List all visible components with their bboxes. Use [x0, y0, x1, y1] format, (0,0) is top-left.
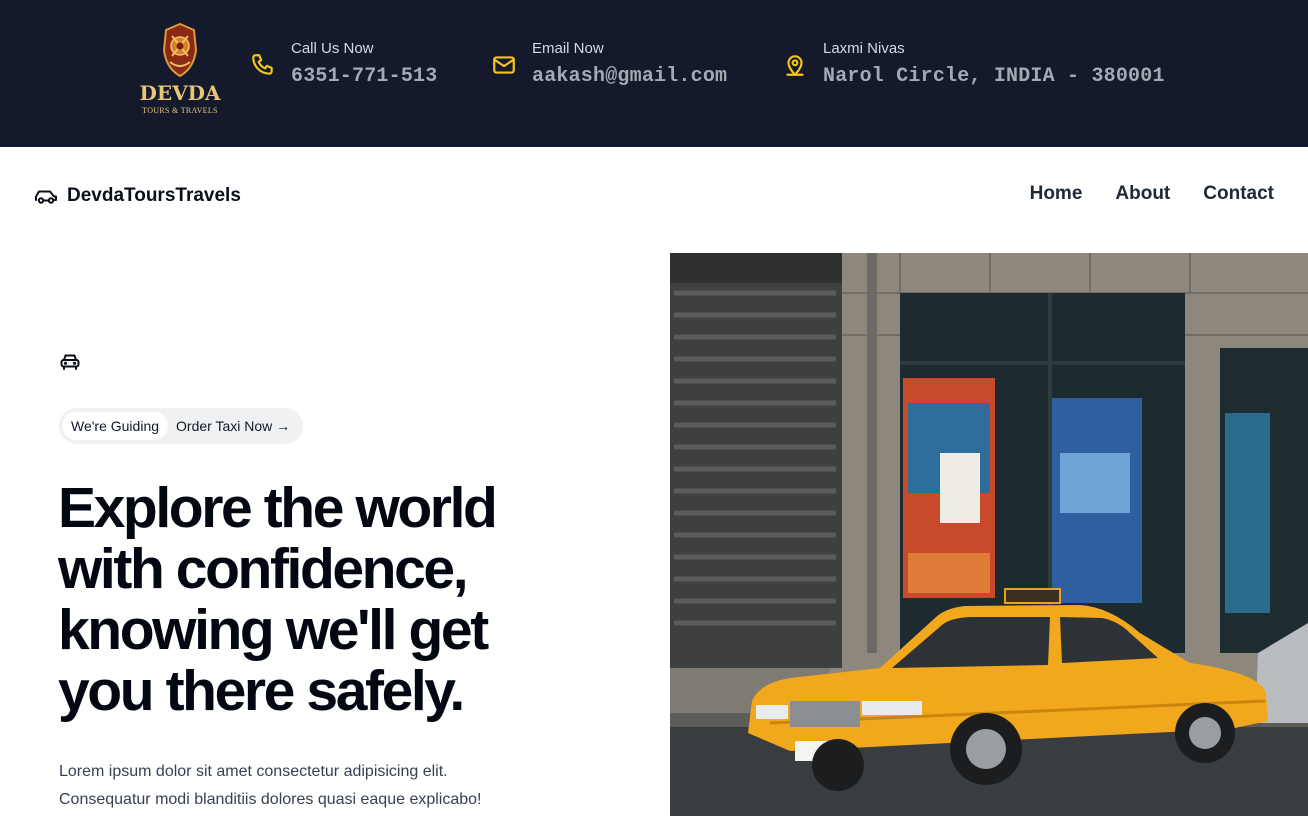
hero-headline: Explore the world with confidence, knowi… [58, 478, 618, 722]
top-info-bar: DEVDA TOURS & TRAVELS Call Us Now 6351-7… [0, 0, 1308, 147]
nav-link-home[interactable]: Home [1030, 183, 1083, 205]
order-taxi-link[interactable]: Order Taxi Now → [168, 418, 300, 434]
email-address[interactable]: aakash@gmail.com [532, 65, 727, 88]
phone-icon [252, 54, 273, 75]
logo-name: DEVDA [139, 81, 221, 105]
badge-label: We're Guiding [62, 412, 169, 440]
hero-badge[interactable]: We're Guiding Order Taxi Now → [59, 408, 304, 444]
car-icon [35, 190, 57, 204]
phone-number[interactable]: 6351-771-513 [291, 65, 437, 88]
address-value: Narol Circle, INDIA - 380001 [823, 65, 1165, 88]
hero-paragraph: Lorem ipsum dolor sit amet consectetur a… [59, 758, 619, 814]
main-nav: Home About Contact [1030, 183, 1274, 205]
headline-line: with confidence, [58, 537, 469, 601]
crest-logo-icon [162, 22, 198, 78]
brand-name: DevdaToursTravels [67, 185, 241, 206]
nav-link-contact[interactable]: Contact [1203, 183, 1274, 205]
headline-line: you there safely. [58, 659, 465, 723]
taxi-icon [60, 354, 80, 370]
paragraph-line: Lorem ipsum dolor sit amet consectetur a… [59, 763, 448, 780]
phone-label: Call Us Now [291, 40, 374, 57]
headline-line: knowing we'll get [58, 598, 489, 662]
company-logo[interactable]: DEVDA TOURS & TRAVELS [136, 22, 224, 126]
taxi-photo-illustration [670, 253, 1308, 816]
address-label: Laxmi Nivas [823, 40, 905, 57]
email-label: Email Now [532, 40, 604, 57]
headline-line: Explore the world [58, 476, 498, 540]
map-pin-icon [786, 55, 804, 76]
mail-icon [493, 56, 515, 74]
paragraph-line: Consequatur modi blanditiis dolores quas… [59, 791, 482, 808]
logo-subtitle: TOURS & TRAVELS [142, 106, 218, 115]
nav-link-about[interactable]: About [1115, 183, 1170, 205]
hero-image-yellow-taxi [670, 253, 1308, 816]
navbar-brand[interactable]: DevdaToursTravels [33, 184, 241, 208]
